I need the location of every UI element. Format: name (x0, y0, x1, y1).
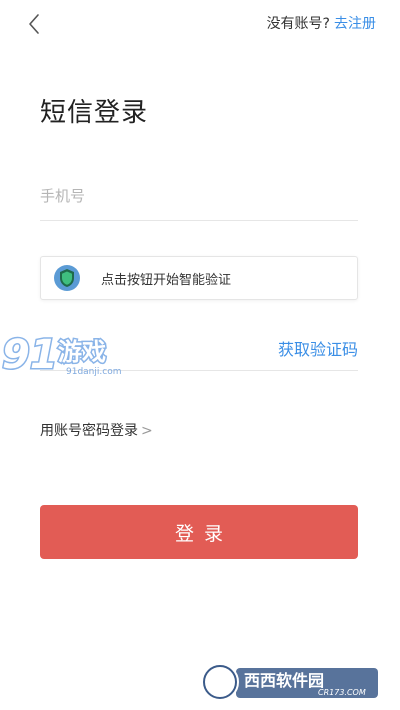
watermark-bottom-url: CR173.COM (318, 688, 366, 697)
login-button[interactable]: 登录 (40, 505, 358, 559)
back-button[interactable] (22, 10, 46, 38)
captcha-label: 点击按钮开始智能验证 (101, 272, 232, 288)
password-login-label: 用账号密码登录 (40, 423, 138, 439)
watermark-cr173: 西西软件园 CR173.COM (201, 663, 378, 701)
code-field: 获取验证码 (40, 326, 358, 371)
shield-icon (53, 264, 81, 292)
header-register: 没有账号? 去注册 (267, 13, 376, 33)
phone-field (40, 176, 358, 221)
password-login-link[interactable]: 用账号密码登录 > (40, 420, 153, 440)
chevron-right-icon: > (141, 423, 153, 439)
page-title: 短信登录 (40, 98, 149, 128)
chevron-left-icon (29, 14, 39, 34)
no-account-text: 没有账号? (266, 16, 330, 32)
phone-input[interactable] (40, 176, 358, 216)
verification-code-input[interactable] (40, 328, 240, 368)
watermark-bottom-main: 西西软件园 (244, 671, 324, 690)
smart-captcha-button[interactable]: 点击按钮开始智能验证 (40, 256, 358, 300)
get-code-button[interactable]: 获取验证码 (278, 336, 358, 360)
register-link[interactable]: 去注册 (334, 16, 376, 32)
